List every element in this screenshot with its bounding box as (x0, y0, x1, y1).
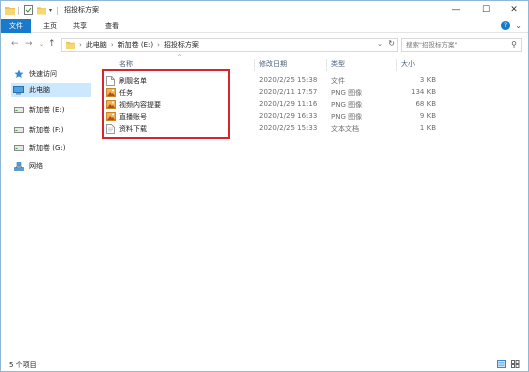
search-input[interactable] (406, 41, 506, 49)
nav-label: 此电脑 (29, 86, 50, 94)
address-bar[interactable]: › 此电脑 › 新加卷 (E:) › 招投标方案 ⌄ ↻ (61, 38, 398, 52)
column-divider[interactable] (396, 59, 397, 71)
window-title: 招投标方案 (64, 6, 99, 14)
column-divider[interactable] (254, 59, 255, 71)
column-header-size[interactable]: 大小 (401, 59, 415, 71)
file-date: 2020/2/25 15:38 (259, 76, 318, 84)
column-header-date[interactable]: 修改日期 (259, 59, 287, 71)
tab-view[interactable]: 查看 (99, 19, 125, 33)
search-box[interactable]: ⚲ (401, 38, 522, 52)
nav-label: 网络 (29, 162, 43, 170)
nav-item-drive-e[interactable]: 新加卷 (E:) (13, 103, 93, 117)
properties-icon[interactable] (24, 4, 33, 16)
minimize-button[interactable]: — (441, 1, 471, 19)
breadcrumb-separator: › (157, 41, 160, 49)
file-type: 文本文档 (331, 125, 359, 133)
close-button[interactable]: ✕ (499, 1, 529, 19)
sort-up-icon: ^ (177, 54, 183, 61)
file-size: 1 KB (419, 124, 436, 132)
status-bar: 5 个项目 (1, 357, 528, 371)
nav-label: 新加卷 (G:) (29, 144, 66, 152)
chevron-down-icon[interactable]: ⌄ (515, 21, 522, 30)
file-type: PNG 图像 (331, 89, 363, 97)
maximize-button[interactable]: ☐ (471, 1, 501, 19)
drive-icon (13, 127, 24, 133)
highlight-box (102, 69, 230, 139)
file-date: 2020/2/25 15:33 (259, 124, 318, 132)
forward-arrow-icon[interactable]: → (25, 39, 33, 49)
folder-icon (5, 4, 15, 16)
breadcrumb-this-pc[interactable]: 此电脑 (86, 40, 107, 50)
chevron-down-icon[interactable]: ⌄ (377, 40, 383, 48)
column-divider[interactable] (326, 59, 327, 71)
file-size: 9 KB (419, 112, 436, 120)
file-type: PNG 图像 (331, 113, 363, 121)
search-icon[interactable]: ⚲ (511, 40, 517, 49)
tab-share[interactable]: 共享 (67, 19, 93, 33)
separator: | (17, 5, 20, 15)
file-date: 2020/1/29 16:33 (259, 112, 318, 120)
breadcrumb-current-folder[interactable]: 招投标方案 (164, 40, 199, 50)
details-view-icon[interactable] (497, 360, 506, 368)
nav-item-drive-g[interactable]: 新加卷 (G:) (13, 141, 93, 155)
explorer-window: | ▾ | 招投标方案 — ☐ ✕ 文件 主页 共享 查看 ? ⌄ ← → ⌄ … (0, 0, 529, 372)
breadcrumb-separator: › (110, 41, 114, 49)
file-date: 2020/1/29 11:16 (259, 100, 318, 108)
drive-icon (13, 145, 24, 151)
column-header-type[interactable]: 类型 (331, 59, 345, 71)
nav-label: 新加卷 (F:) (29, 126, 64, 134)
customize-toolbar-icon[interactable]: ▾ (49, 4, 52, 16)
refresh-icon[interactable]: ↻ (388, 39, 395, 48)
navigation-bar: ← → ⌄ ↑ › 此电脑 › 新加卷 (E:) › 招投标方案 ⌄ ↻ ⚲ (1, 34, 528, 56)
up-arrow-icon[interactable]: ↑ (48, 39, 56, 49)
nav-item-network[interactable]: 网络 (13, 159, 93, 173)
star-icon (13, 69, 24, 79)
navigation-pane: 快速访问 此电脑 新加卷 (E:) 新加卷 (F:) 新加卷 (G:) 网络 (1, 59, 96, 355)
breadcrumb-separator: › (79, 41, 82, 49)
file-type: 文件 (331, 77, 345, 85)
nav-item-quick-access[interactable]: 快速访问 (13, 67, 93, 81)
breadcrumb-drive-e[interactable]: 新加卷 (E:) (118, 40, 153, 50)
nav-item-drive-f[interactable]: 新加卷 (F:) (13, 123, 93, 137)
nav-label: 快速访问 (29, 70, 57, 78)
help-icon[interactable]: ? (501, 21, 510, 30)
drive-icon (13, 107, 24, 113)
separator: | (56, 5, 59, 15)
tab-home[interactable]: 主页 (37, 19, 63, 33)
nav-label: 新加卷 (E:) (29, 106, 65, 114)
folder-icon (66, 41, 75, 49)
back-arrow-icon[interactable]: ← (11, 39, 19, 49)
file-size: 3 KB (419, 76, 436, 84)
file-size: 134 KB (411, 88, 436, 96)
ribbon-tabs: 文件 主页 共享 查看 ? ⌄ (1, 19, 528, 33)
file-date: 2020/2/11 17:57 (259, 88, 318, 96)
tab-file[interactable]: 文件 (1, 19, 31, 33)
item-count: 5 个项目 (9, 361, 37, 369)
nav-item-this-pc[interactable]: 此电脑 (11, 83, 91, 97)
network-icon (13, 161, 24, 171)
large-icons-view-icon[interactable] (511, 360, 520, 368)
new-folder-icon[interactable] (37, 4, 46, 16)
file-size: 68 KB (415, 100, 436, 108)
file-type: PNG 图像 (331, 101, 363, 109)
computer-icon (13, 85, 24, 95)
title-bar: | ▾ | 招投标方案 — ☐ ✕ (1, 1, 528, 19)
recent-locations-icon[interactable]: ⌄ (39, 41, 44, 48)
